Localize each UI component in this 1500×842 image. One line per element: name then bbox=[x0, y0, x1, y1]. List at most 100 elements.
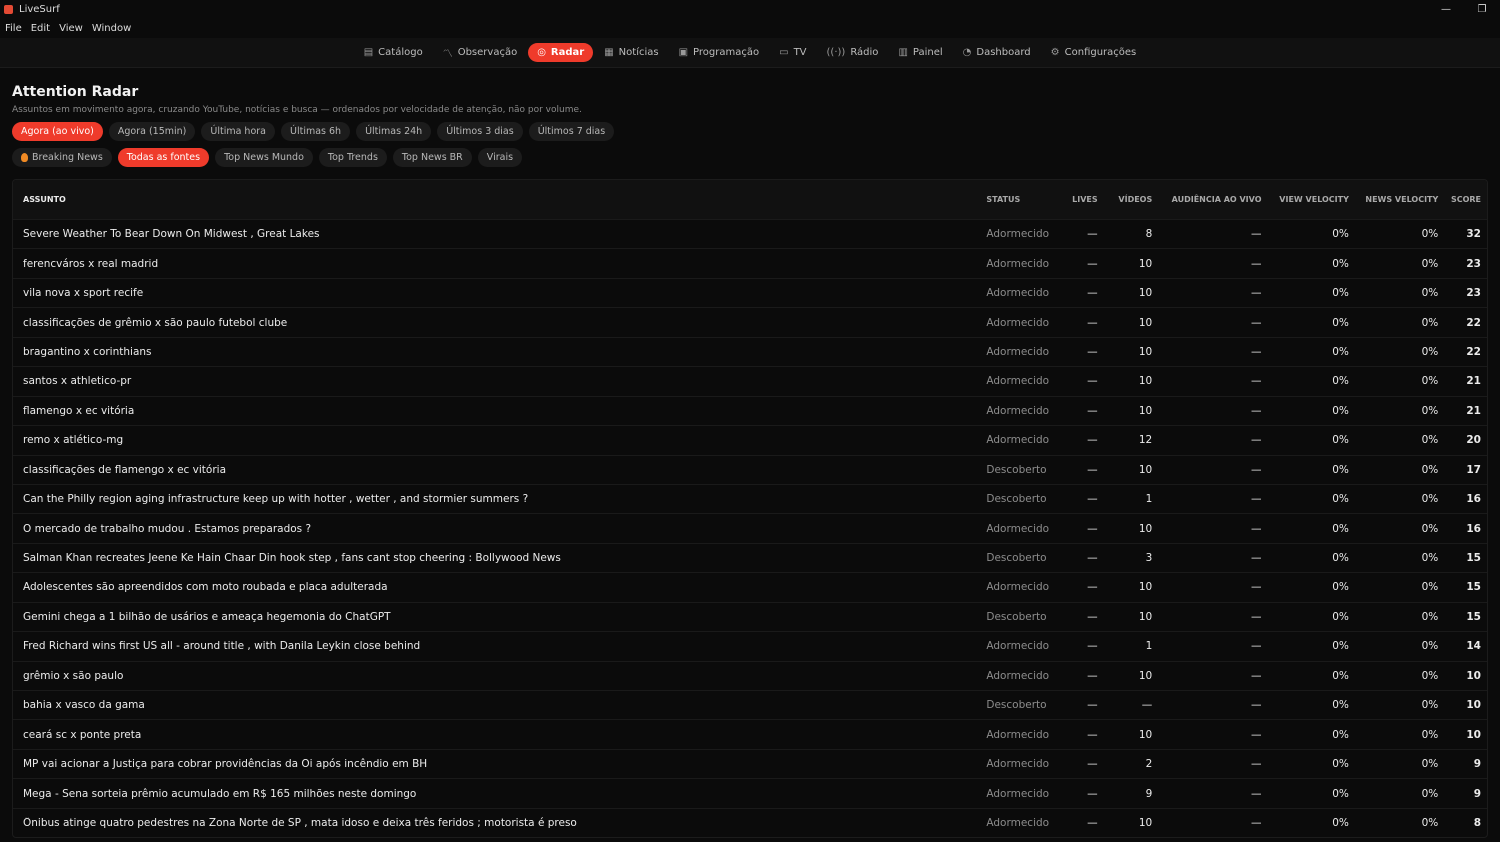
lives-cell: — bbox=[1087, 228, 1098, 241]
lives-cell: — bbox=[1087, 552, 1098, 565]
col-score[interactable]: SCORE bbox=[1438, 194, 1487, 206]
menu-edit[interactable]: Edit bbox=[31, 23, 50, 34]
table-row[interactable]: Ônibus atinge quatro pedestres na Zona N… bbox=[13, 807, 1487, 837]
status-cell: Descoberto bbox=[986, 699, 1047, 712]
table-row[interactable]: Can the Philly region aging infrastructu… bbox=[13, 483, 1487, 513]
nav-tab-radar[interactable]: ◎ Radar bbox=[528, 43, 594, 62]
minimize-button[interactable]: — bbox=[1428, 0, 1464, 18]
audience-cell: — bbox=[1251, 287, 1262, 300]
nav-tab-radio[interactable]: ((·)) Rádio bbox=[818, 43, 888, 62]
news-velocity-cell: 0% bbox=[1421, 758, 1439, 771]
table-row[interactable]: Gemini chega a 1 bilhão de usários e ame… bbox=[13, 601, 1487, 631]
nav-tab-painel[interactable]: ▥ Painel bbox=[889, 43, 951, 62]
news-velocity-cell: 0% bbox=[1421, 816, 1439, 829]
source-filter-chip[interactable]: Top News Mundo bbox=[215, 148, 313, 167]
nav-tab-label: Dashboard bbox=[976, 47, 1031, 58]
view-velocity-cell: 0% bbox=[1332, 787, 1349, 800]
nav-tab-observacao[interactable]: 〽 Observação bbox=[434, 43, 526, 62]
lives-cell: — bbox=[1087, 316, 1098, 329]
nav-tab-label: Catálogo bbox=[378, 47, 423, 58]
lives-cell: — bbox=[1087, 787, 1098, 800]
nav-tab-dashboard[interactable]: ◔ Dashboard bbox=[954, 43, 1040, 62]
time-filter-chip[interactable]: Agora (15min) bbox=[108, 122, 196, 141]
menu-view[interactable]: View bbox=[59, 23, 83, 34]
table-row[interactable]: Adolescentes são apreendidos com moto ro… bbox=[13, 572, 1487, 601]
source-filter-chip[interactable]: Todas as fontes bbox=[117, 148, 210, 167]
col-lives[interactable]: LIVES bbox=[1056, 194, 1098, 206]
source-filter-chip[interactable]: Breaking News bbox=[12, 148, 112, 167]
nav-tab-noticias[interactable]: ▦ Notícias bbox=[595, 43, 667, 62]
source-filter-chip[interactable]: Top Trends bbox=[318, 148, 387, 167]
videos-cell: 10 bbox=[1138, 728, 1153, 741]
observacao-icon: 〽 bbox=[442, 49, 453, 60]
menu-window[interactable]: Window bbox=[92, 23, 131, 34]
view-velocity-cell: 0% bbox=[1332, 669, 1349, 682]
source-filter-label: Todas as fontes bbox=[126, 152, 201, 163]
audience-cell: — bbox=[1251, 787, 1262, 800]
table-row[interactable]: MP vai acionar a Justiça para cobrar pro… bbox=[13, 748, 1487, 778]
lives-cell: — bbox=[1087, 610, 1098, 623]
audience-cell: — bbox=[1251, 375, 1262, 388]
table-row[interactable]: classificações de grêmio x são paulo fut… bbox=[13, 307, 1487, 336]
source-filter-label: Top Trends bbox=[327, 152, 378, 163]
lives-cell: — bbox=[1087, 699, 1098, 712]
col-news-velocity[interactable]: NEWS VELOCITY bbox=[1349, 194, 1438, 206]
view-velocity-cell: 0% bbox=[1332, 316, 1349, 329]
table-row[interactable]: O mercado de trabalho mudou . Estamos pr… bbox=[13, 513, 1487, 542]
news-velocity-cell: 0% bbox=[1421, 345, 1439, 358]
status-cell: Descoberto bbox=[986, 552, 1047, 565]
time-filter-chip[interactable]: Últimos 3 dias bbox=[437, 122, 523, 141]
menu-file[interactable]: File bbox=[5, 23, 22, 34]
col-subject[interactable]: ASSUNTO bbox=[13, 195, 986, 204]
table-row[interactable]: Severe Weather To Bear Down On Midwest ,… bbox=[13, 219, 1487, 248]
col-status[interactable]: STATUS bbox=[986, 195, 1056, 204]
view-velocity-cell: 0% bbox=[1332, 581, 1349, 594]
restore-button[interactable]: ❐ bbox=[1464, 0, 1500, 18]
lives-cell: — bbox=[1087, 345, 1098, 358]
subject-cell: bragantino x corinthians bbox=[23, 345, 152, 358]
status-cell: Adormecido bbox=[986, 640, 1050, 653]
score-cell: 14 bbox=[1466, 640, 1481, 653]
table-row[interactable]: Fred Richard wins first US all - around … bbox=[13, 631, 1487, 660]
nav-tab-programacao[interactable]: ▣ Programação bbox=[670, 43, 769, 62]
col-audience[interactable]: AUDIÊNCIA AO VIVO bbox=[1152, 194, 1262, 206]
col-videos[interactable]: VÍDEOS bbox=[1098, 194, 1152, 206]
table-row[interactable]: ferencváros x real madrid Adormecido — 10 — 0… bbox=[13, 248, 1487, 277]
videos-cell: 10 bbox=[1138, 463, 1153, 476]
table-row[interactable]: remo x atlético-mg Adormecido — 12 — 0% 0% 20 bbox=[13, 425, 1487, 454]
news-velocity-cell: 0% bbox=[1421, 463, 1439, 476]
col-view-velocity[interactable]: VIEW VELOCITY bbox=[1262, 194, 1349, 206]
table-row[interactable]: flamengo x ec vitória Adormecido — 10 — 0% 0% 2… bbox=[13, 395, 1487, 425]
source-filter-chip[interactable]: Top News BR bbox=[392, 148, 472, 167]
nav-tab-label: Rádio bbox=[850, 47, 879, 58]
time-filter-chip[interactable]: Últimos 7 dias bbox=[528, 122, 615, 141]
nav-tab-tv[interactable]: ▭ TV bbox=[770, 43, 815, 62]
nav-tab-catalogo[interactable]: ▤ Catálogo bbox=[355, 43, 432, 62]
time-filter-chip[interactable]: Últimas 24h bbox=[356, 122, 432, 141]
score-cell: 10 bbox=[1466, 699, 1481, 712]
table-row[interactable]: classificações de flamengo x ec vitória D… bbox=[13, 454, 1487, 484]
table-row[interactable]: santos x athletico-pr Adormecido — 10 — 0% 0% 2… bbox=[13, 366, 1487, 395]
table-row[interactable]: ceará sc x ponte preta Adormecido — 10 — 0% 0%… bbox=[13, 719, 1487, 748]
table-row[interactable]: vila nova x sport recife Adormecido — 10 — 0%… bbox=[13, 277, 1487, 307]
table-row[interactable]: bahia x vasco da gama Descoberto — — — 0% 0% 10 bbox=[13, 690, 1487, 719]
table-row[interactable]: Mega - Sena sorteia prêmio acumulado em … bbox=[13, 778, 1487, 807]
news-velocity-cell: 0% bbox=[1421, 728, 1439, 741]
table-row[interactable]: grêmio x são paulo Adormecido — 10 — 0% 0% 10 bbox=[13, 660, 1487, 690]
table-row[interactable]: Salman Khan recreates Jeene Ke Hain Chaa… bbox=[13, 542, 1487, 572]
source-filter-chip[interactable]: Virais bbox=[477, 148, 523, 167]
status-cell: Descoberto bbox=[986, 493, 1047, 506]
time-filter-chip[interactable]: Últimas 6h bbox=[281, 122, 351, 141]
videos-cell: 10 bbox=[1138, 404, 1153, 417]
audience-cell: — bbox=[1251, 228, 1262, 241]
table-header: ASSUNTO STATUS LIVES VÍDEOS AUDIÊNCIA AO… bbox=[13, 180, 1487, 219]
fire-icon bbox=[21, 153, 28, 162]
news-velocity-cell: 0% bbox=[1421, 787, 1439, 800]
table-row[interactable]: bragantino x corinthians Adormecido — 10 — 0%… bbox=[13, 336, 1487, 366]
nav-tab-configuracoes[interactable]: ⚙ Configurações bbox=[1042, 43, 1146, 62]
source-filter-label: Virais bbox=[486, 152, 514, 163]
time-filter-chip[interactable]: Agora (ao vivo) bbox=[12, 122, 103, 141]
lives-cell: — bbox=[1087, 287, 1098, 300]
time-filter-chip[interactable]: Última hora bbox=[201, 122, 275, 141]
audience-cell: — bbox=[1251, 669, 1262, 682]
